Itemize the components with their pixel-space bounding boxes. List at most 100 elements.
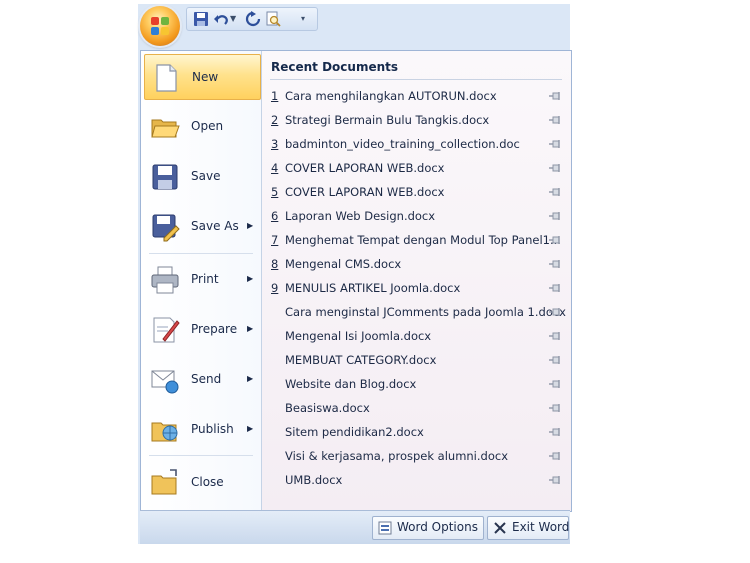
quick-access-toolbar: ▼ ▾ <box>186 7 318 31</box>
recent-document-name: Sitem pendidikan2.docx <box>285 425 424 439</box>
recent-document-name: Cara menginstal JComments pada Joomla 1.… <box>285 305 566 319</box>
close-command[interactable]: Close <box>144 460 259 504</box>
office-logo-icon <box>151 17 169 35</box>
recent-document-name: Visi & kerjasama, prospek alumni.docx <box>285 449 508 463</box>
recent-document-name: Strategi Bermain Bulu Tangkis.docx <box>285 113 490 127</box>
open-command[interactable]: Open <box>144 104 259 148</box>
recent-document-item[interactable]: Cara menginstal JComments pada Joomla 1.… <box>262 301 571 324</box>
pin-icon[interactable] <box>549 331 562 341</box>
save-command[interactable]: Save <box>144 154 259 198</box>
submenu-arrow-icon: ▶ <box>247 374 254 383</box>
recent-document-item[interactable]: 5 COVER LAPORAN WEB.docx <box>262 181 571 204</box>
pin-icon[interactable] <box>549 211 562 221</box>
recent-document-item[interactable]: 6 Laporan Web Design.docx <box>262 205 571 228</box>
redo-icon[interactable] <box>245 11 261 27</box>
recent-document-number: 8 <box>271 257 279 271</box>
pin-icon[interactable] <box>549 379 562 389</box>
pin-icon[interactable] <box>549 475 562 485</box>
save-as-command[interactable]: Save As ▶ <box>144 204 259 248</box>
pin-icon[interactable] <box>549 403 562 413</box>
submenu-arrow-icon: ▶ <box>247 424 254 433</box>
recent-document-item[interactable]: Mengenal Isi Joomla.docx <box>262 325 571 348</box>
recent-document-number: 4 <box>271 161 279 175</box>
office-menu: New Open Save Save As ▶ Print ▶ Prepare … <box>140 50 572 512</box>
exit-word-button[interactable]: Exit Word <box>487 516 569 540</box>
recent-document-number: 5 <box>271 185 279 199</box>
recent-document-name: Mengenal Isi Joomla.docx <box>285 329 432 343</box>
prepare-command[interactable]: Prepare ▶ <box>144 307 259 351</box>
recent-document-number: 9 <box>271 281 279 295</box>
pin-icon[interactable] <box>549 283 562 293</box>
submenu-arrow-icon: ▶ <box>247 274 254 283</box>
save-floppy-icon <box>152 164 178 190</box>
submenu-arrow-icon: ▶ <box>247 221 254 230</box>
pin-icon[interactable] <box>549 259 562 269</box>
recent-document-number: 1 <box>271 89 279 103</box>
recent-document-name: Menghemat Tempat dengan Modul Top Panel1… <box>285 233 561 247</box>
recent-document-item[interactable]: Sitem pendidikan2.docx <box>262 421 571 444</box>
recent-document-item[interactable]: MEMBUAT CATEGORY.docx <box>262 349 571 372</box>
recent-document-item[interactable]: 2 Strategi Bermain Bulu Tangkis.docx <box>262 109 571 132</box>
pin-icon[interactable] <box>549 115 562 125</box>
recent-document-item[interactable]: Website dan Blog.docx <box>262 373 571 396</box>
pin-icon[interactable] <box>549 355 562 365</box>
recent-document-number: 3 <box>271 137 279 151</box>
printer-icon <box>151 266 179 294</box>
new-command[interactable]: New <box>144 54 261 100</box>
recent-document-item[interactable]: 8 Mengenal CMS.docx <box>262 253 571 276</box>
command-list: New Open Save Save As ▶ Print ▶ Prepare … <box>141 51 262 511</box>
options-icon <box>378 521 392 535</box>
save-icon[interactable] <box>193 11 209 27</box>
pin-icon[interactable] <box>549 235 562 245</box>
recent-document-name: COVER LAPORAN WEB.docx <box>285 161 445 175</box>
recent-documents-panel: Recent Documents 1 Cara menghilangkan AUT… <box>262 51 571 511</box>
recent-documents-title: Recent Documents <box>271 60 399 74</box>
recent-document-number: 6 <box>271 209 279 223</box>
publish-command[interactable]: Publish ▶ <box>144 407 259 451</box>
pin-icon[interactable] <box>549 187 562 197</box>
recent-document-name: Laporan Web Design.docx <box>285 209 436 223</box>
pin-icon[interactable] <box>549 163 562 173</box>
recent-document-item[interactable]: 1 Cara menghilangkan AUTORUN.docx <box>262 85 571 108</box>
customize-toolbar-icon[interactable]: ▾ <box>301 14 305 23</box>
recent-document-name: Beasiswa.docx <box>285 401 370 415</box>
print-command[interactable]: Print ▶ <box>144 257 259 301</box>
open-folder-icon <box>151 119 180 138</box>
pin-icon[interactable] <box>549 307 562 317</box>
recent-document-item[interactable]: Visi & kerjasama, prospek alumni.docx <box>262 445 571 468</box>
pin-icon[interactable] <box>549 139 562 149</box>
recent-document-name: UMB.docx <box>285 473 343 487</box>
prepare-document-icon <box>153 317 180 343</box>
pin-icon[interactable] <box>549 427 562 437</box>
pin-icon[interactable] <box>549 91 562 101</box>
recent-document-item[interactable]: 3 badminton_video_training_collection.doc <box>262 133 571 156</box>
close-folder-icon <box>151 469 177 495</box>
recent-document-name: badminton_video_training_collection.doc <box>285 137 520 151</box>
close-x-icon <box>494 522 506 534</box>
undo-dropdown-icon[interactable]: ▼ <box>230 14 236 23</box>
recent-document-name: Website dan Blog.docx <box>285 377 417 391</box>
send-icon <box>151 370 179 394</box>
recent-document-number: 7 <box>271 233 279 247</box>
publish-icon <box>151 422 178 442</box>
recent-document-item[interactable]: 9 MENULIS ARTIKEL Joomla.docx <box>262 277 571 300</box>
separator <box>270 79 562 80</box>
recent-document-name: COVER LAPORAN WEB.docx <box>285 185 445 199</box>
new-document-icon <box>156 64 177 92</box>
recent-document-item[interactable]: Beasiswa.docx <box>262 397 571 420</box>
office-button[interactable] <box>140 6 180 46</box>
separator <box>149 455 253 456</box>
send-command[interactable]: Send ▶ <box>144 357 259 401</box>
separator <box>149 253 253 254</box>
submenu-arrow-icon: ▶ <box>247 324 254 333</box>
recent-document-name: MEMBUAT CATEGORY.docx <box>285 353 437 367</box>
menu-footer: Word Options Exit Word <box>140 510 570 544</box>
print-preview-icon[interactable] <box>265 11 281 27</box>
recent-document-item[interactable]: 4 COVER LAPORAN WEB.docx <box>262 157 571 180</box>
recent-document-item[interactable]: 7 Menghemat Tempat dengan Modul Top Panel… <box>262 229 571 252</box>
word-options-button[interactable]: Word Options <box>372 516 484 540</box>
recent-document-item[interactable]: UMB.docx <box>262 469 571 492</box>
save-as-icon <box>152 214 180 242</box>
undo-icon[interactable] <box>213 11 229 27</box>
pin-icon[interactable] <box>549 451 562 461</box>
